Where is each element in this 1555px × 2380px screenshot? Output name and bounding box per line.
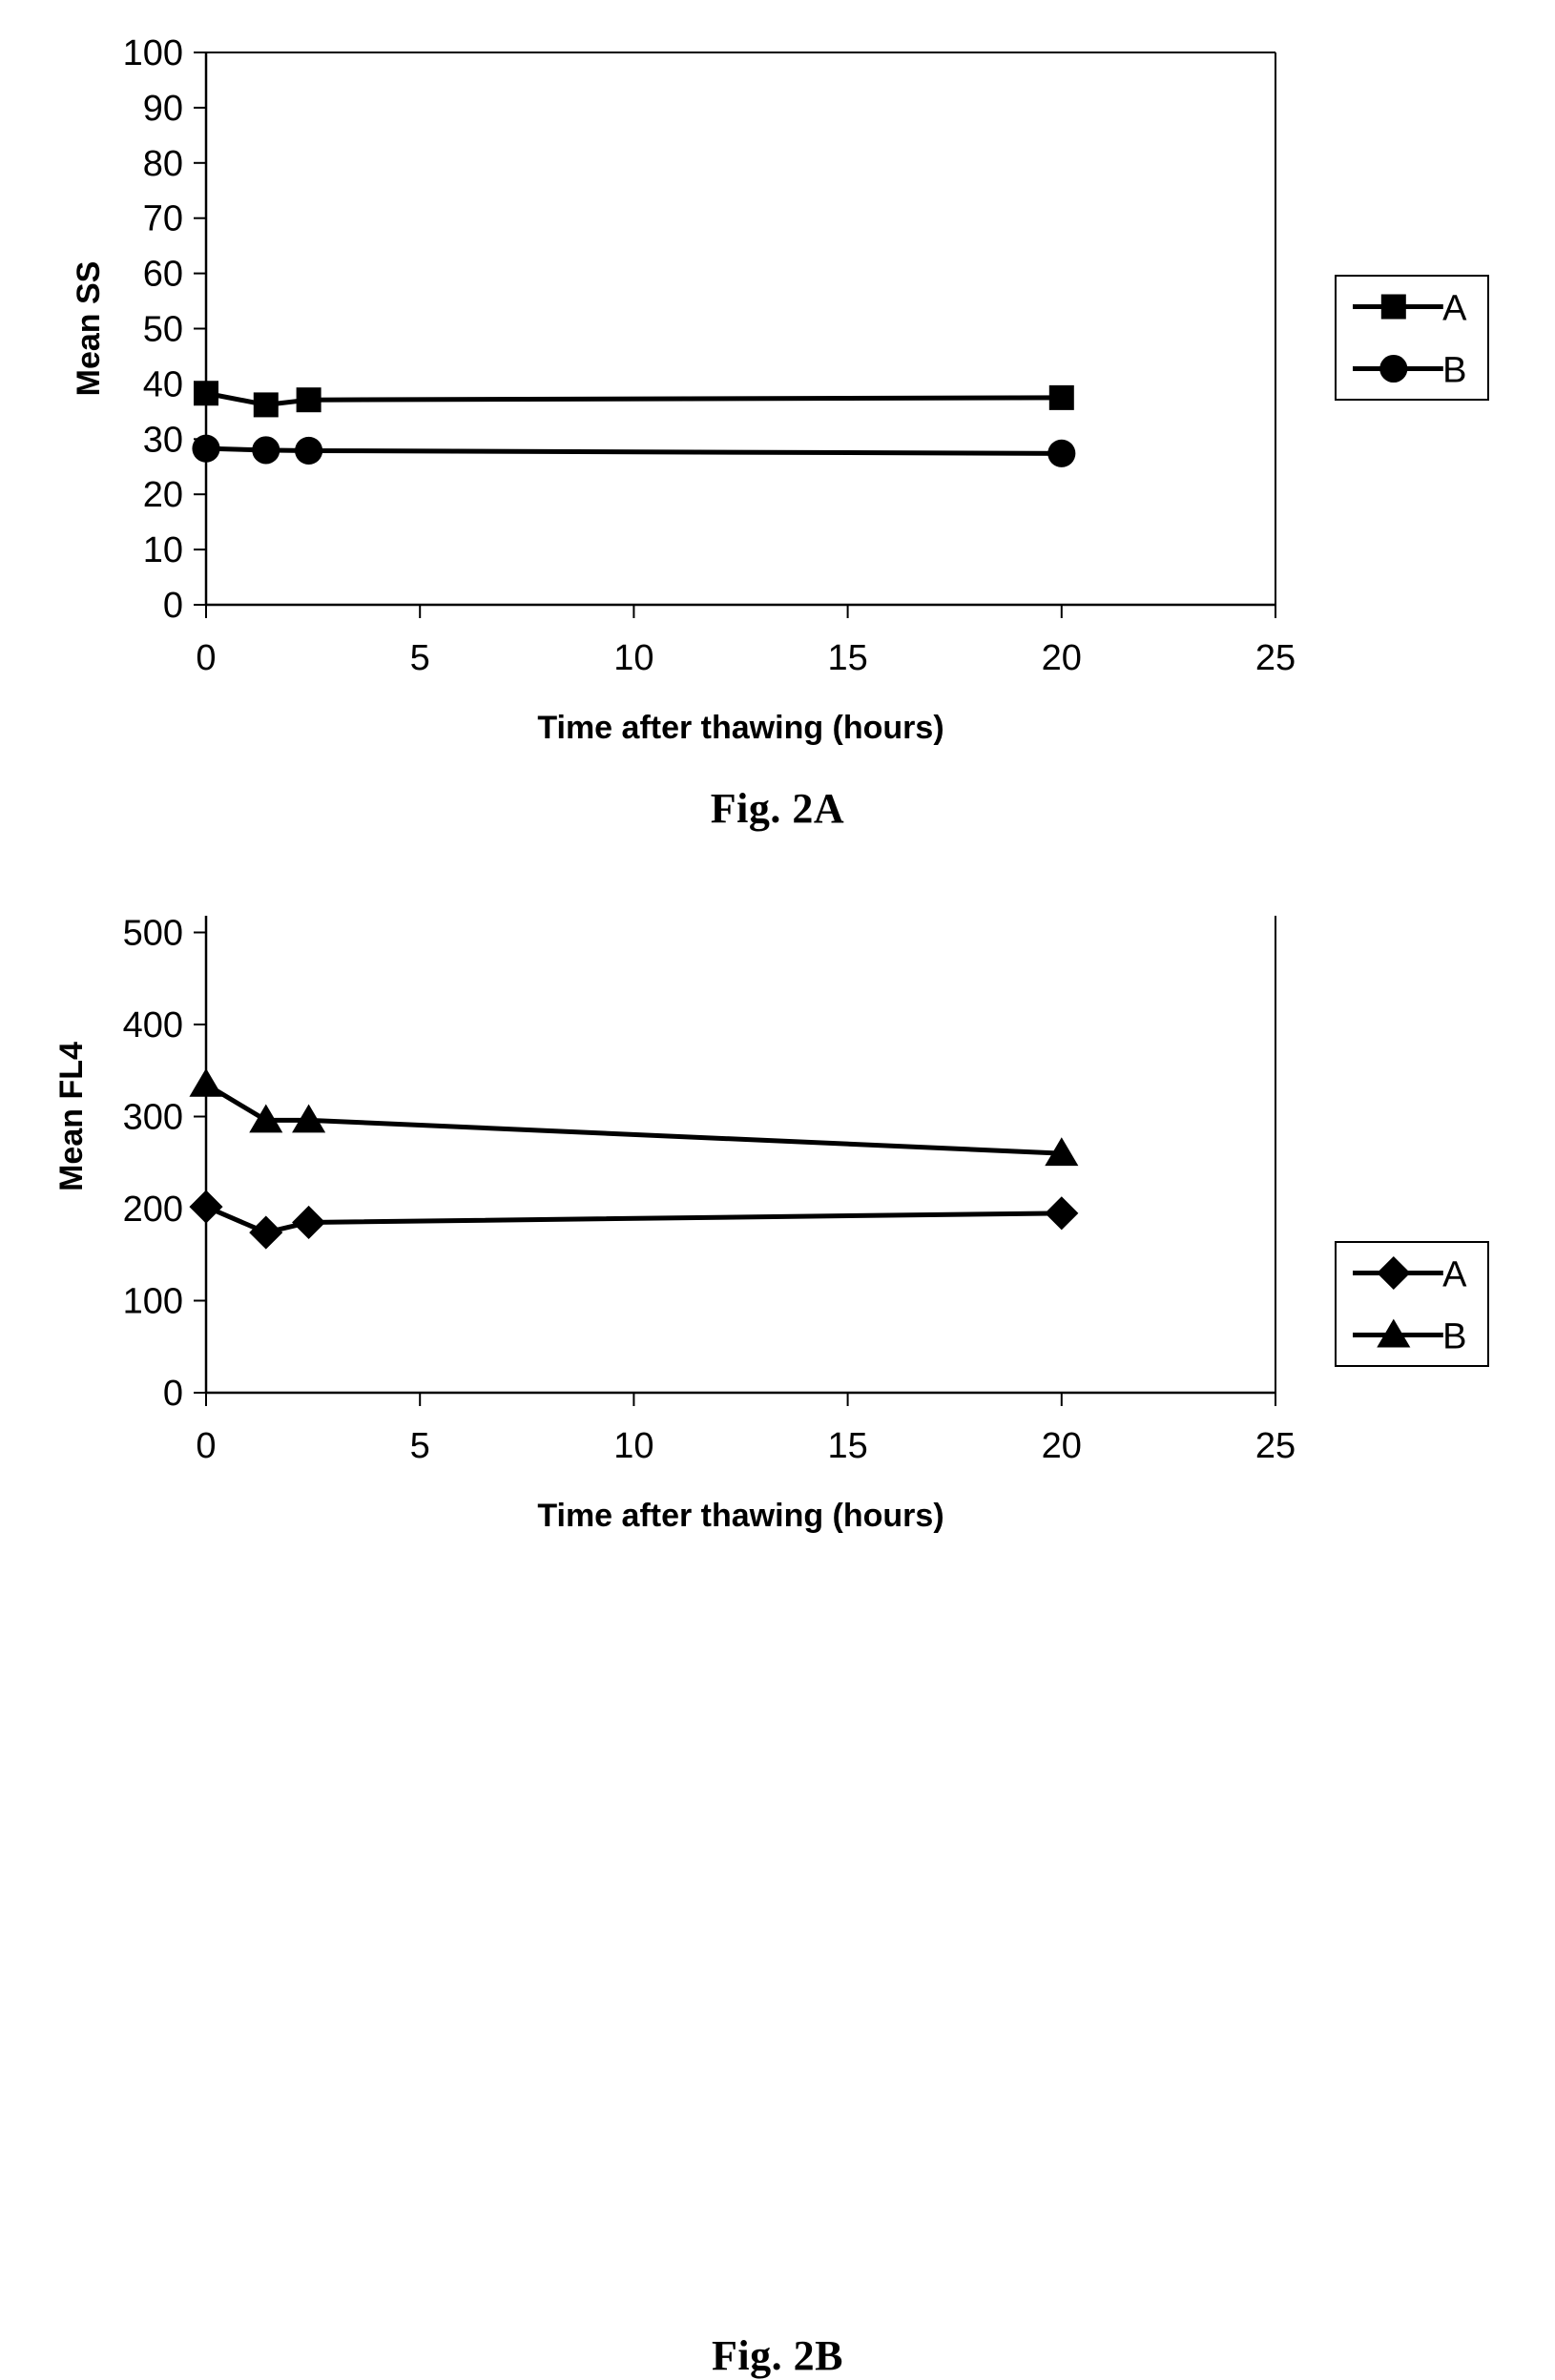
legend-label-a: A — [1442, 289, 1467, 329]
y-axis-tick-label: 80 — [143, 144, 183, 184]
data-point-marker-circle — [252, 436, 280, 465]
data-point-marker-circle — [295, 436, 323, 466]
y-axis-tick-label: 70 — [143, 199, 183, 239]
x-axis-tick-label: 25 — [1255, 1426, 1296, 1466]
data-point-marker-diamond — [249, 1215, 283, 1250]
y-axis-tick-label: 90 — [143, 89, 183, 129]
data-point-marker-circle — [1047, 439, 1076, 467]
series-line-a — [205, 390, 1062, 407]
data-point-marker-square — [1048, 384, 1074, 410]
y-axis-tick-label: 100 — [123, 1282, 183, 1322]
y-axis-tick-label: 60 — [143, 255, 183, 295]
chart-mean-ss: 0 10 20 30 40 50 60 70 80 90 100 0 5 10 15 20 25 Time aft… — [71, 33, 1489, 746]
chart-mean-fl4: 01002003004005006000510152025Time after … — [53, 916, 1489, 1534]
x-axis-tick-label: 10 — [613, 1426, 653, 1466]
figure-2b: 01002003004005006000510152025Time after … — [0, 916, 1555, 2379]
series-line-b — [205, 445, 1062, 456]
x-axis-tick-label: 20 — [1042, 1426, 1082, 1466]
x-axis-tick-label: 0 — [196, 638, 216, 678]
y-axis-title: Mean SS — [71, 261, 107, 397]
y-axis-tick-label: 400 — [123, 1005, 183, 1045]
x-axis-tick-label: 5 — [410, 638, 430, 678]
y-axis-tick-label: 500 — [123, 916, 183, 954]
y-axis-tick-label: 20 — [143, 475, 183, 515]
y-axis-tick-label: 200 — [123, 1190, 183, 1230]
data-point-marker-square — [1380, 294, 1406, 320]
x-axis-title: Time after thawing (hours) — [537, 710, 943, 746]
legend-label-b: B — [1442, 351, 1466, 391]
x-axis-tick-label: 15 — [827, 638, 867, 678]
data-point-marker-circle — [1379, 354, 1408, 383]
data-point-marker-circle — [192, 434, 220, 463]
x-axis-tick-label: 15 — [827, 1426, 867, 1466]
y-axis-tick-label: 0 — [163, 1374, 183, 1414]
x-axis-tick-label: 10 — [613, 638, 653, 678]
figure-caption-2b: Fig. 2B — [712, 2332, 843, 2379]
x-axis-tick-label: 5 — [410, 1426, 430, 1466]
data-point-marker-square — [253, 392, 279, 418]
series-line-b — [204, 1082, 1062, 1156]
y-axis-title: Mean FL4 — [53, 1042, 90, 1191]
y-axis-tick-label: 10 — [143, 530, 183, 570]
legend-label-a: A — [1442, 1255, 1467, 1295]
data-point-marker-triangle — [189, 1067, 223, 1097]
x-axis-tick-label: 0 — [196, 1426, 216, 1466]
x-axis-title: Time after thawing (hours) — [537, 1498, 943, 1534]
series-line-a — [205, 1204, 1062, 1235]
figure-caption-2a: Fig. 2A — [710, 785, 845, 832]
y-axis-tick-label: 30 — [143, 420, 183, 460]
y-axis-tick-label: 0 — [163, 586, 183, 626]
figure-2a: 0 10 20 30 40 50 60 70 80 90 100 0 5 10 15 20 25 Time aft… — [0, 0, 1555, 897]
x-axis-tick-label: 25 — [1255, 638, 1296, 678]
data-point-marker-square — [194, 381, 218, 406]
y-axis-tick-label: 50 — [143, 310, 183, 350]
data-point-marker-square — [296, 387, 321, 413]
x-axis-tick-label: 20 — [1042, 638, 1082, 678]
y-axis-tick-label: 100 — [123, 33, 183, 73]
data-point-marker-diamond — [189, 1190, 223, 1224]
y-axis-tick-label: 300 — [123, 1098, 183, 1138]
y-axis-tick-label: 40 — [143, 364, 183, 404]
data-point-marker-diamond — [1045, 1196, 1079, 1231]
data-point-marker-diamond — [292, 1205, 326, 1240]
legend-label-b: B — [1442, 1317, 1466, 1357]
